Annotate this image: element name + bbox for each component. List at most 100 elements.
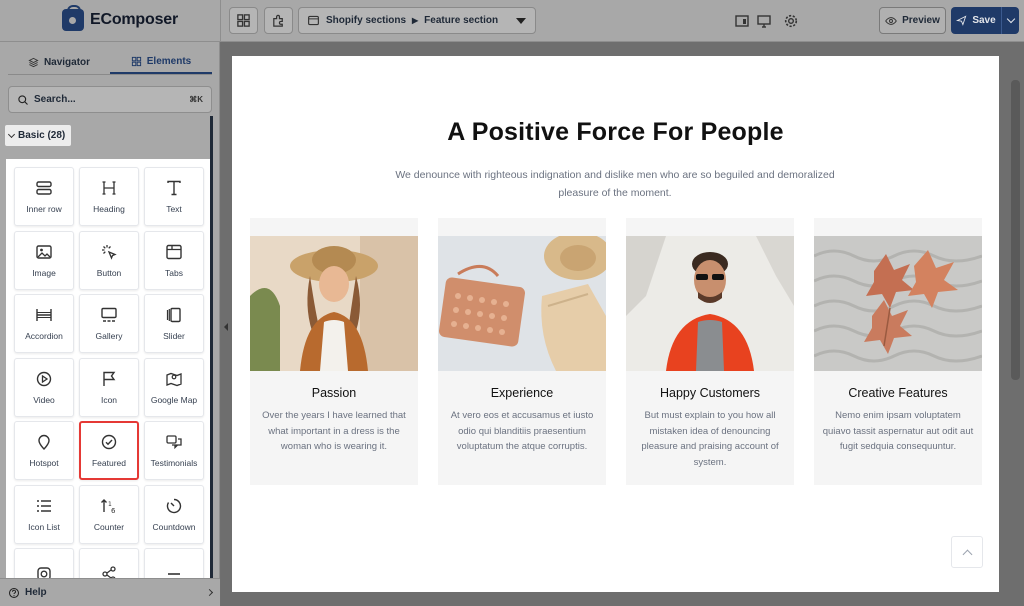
- feature-card[interactable]: Passion Over the years I have learned th…: [250, 218, 418, 485]
- search-shortcut: ⌘K: [189, 95, 203, 104]
- preview-label: Preview: [902, 15, 940, 26]
- element-google-map[interactable]: Google Map: [144, 357, 204, 417]
- section-selector[interactable]: Shopify sections ▶ Feature section: [298, 7, 536, 34]
- tab-elements-label: Elements: [146, 55, 192, 67]
- scroll-to-top-button[interactable]: [951, 536, 983, 568]
- element-countdown[interactable]: Countdown: [144, 484, 204, 544]
- help-button[interactable]: Help: [0, 578, 220, 606]
- preview-button[interactable]: Preview: [879, 7, 946, 34]
- shopping-bag-icon: [62, 5, 84, 31]
- woman-in-hat-photo: [250, 236, 418, 371]
- elements-panel: Inner row Heading Text Image Button Tabs: [6, 159, 210, 606]
- element-label: Image: [32, 267, 56, 278]
- save-label: Save: [972, 15, 996, 26]
- feature-card[interactable]: Happy Customers But must explain to you …: [626, 218, 794, 485]
- tab-navigator-label: Navigator: [43, 56, 91, 68]
- section-path-2: Feature section: [424, 15, 499, 26]
- element-featured[interactable]: Featured: [79, 421, 139, 480]
- chevron-down-icon: [7, 130, 16, 138]
- save-button-group: Save: [951, 7, 1019, 34]
- save-button[interactable]: Save: [951, 7, 1002, 34]
- save-options-button[interactable]: [1002, 14, 1019, 24]
- element-testimonials[interactable]: Testimonials: [144, 421, 204, 480]
- search-icon: [18, 94, 28, 105]
- element-video[interactable]: Video: [14, 357, 74, 417]
- elements-grid: Inner row Heading Text Image Button Tabs: [14, 167, 204, 606]
- tab-elements[interactable]: Elements: [110, 50, 212, 74]
- element-image[interactable]: Image: [14, 230, 74, 290]
- element-counter[interactable]: 16 Counter: [79, 484, 139, 544]
- card-description: At vero eos et accusamus et iusto odio q…: [450, 410, 594, 452]
- element-tabs[interactable]: Tabs: [144, 230, 204, 290]
- collapse-sidebar-button[interactable]: [222, 315, 230, 339]
- check-circle-icon: [101, 434, 117, 450]
- map-icon: [166, 372, 182, 386]
- accordion-icon: [36, 309, 52, 321]
- eye-icon: [885, 16, 897, 25]
- video-icon: [36, 371, 52, 386]
- element-gallery[interactable]: Gallery: [79, 294, 139, 353]
- group-label: Basic (28): [18, 130, 66, 141]
- sidebar-toggle-icon[interactable]: [734, 13, 750, 29]
- hotspot-icon: [38, 434, 50, 450]
- element-button[interactable]: Button: [79, 230, 139, 290]
- tab-navigator[interactable]: Navigator: [8, 50, 110, 74]
- toolbar-divider: [220, 0, 221, 42]
- element-label: Icon: [100, 394, 118, 405]
- sidebar: Navigator Elements Search... ⌘K Basic (2…: [0, 42, 220, 606]
- element-label: Inner row: [26, 204, 62, 214]
- element-heading[interactable]: Heading: [79, 167, 139, 226]
- sidebar-scrollbar[interactable]: [210, 116, 213, 606]
- search-input[interactable]: Search... ⌘K: [8, 86, 212, 113]
- countdown-icon: [166, 498, 182, 513]
- section-icon: [308, 15, 319, 26]
- grid-icon: [131, 56, 141, 66]
- element-accordion[interactable]: Accordion: [14, 294, 74, 353]
- element-icon-list[interactable]: Icon List: [14, 484, 74, 544]
- help-icon: [8, 587, 20, 598]
- send-icon: [956, 15, 967, 26]
- section-path-1: Shopify sections: [326, 15, 407, 26]
- element-label: Hotspot: [29, 458, 59, 468]
- card-description: But must explain to you how all mistaken…: [641, 410, 779, 468]
- desktop-icon[interactable]: [756, 13, 772, 29]
- feature-card[interactable]: Creative Features Nemo enim ipsam volupt…: [814, 218, 982, 485]
- element-label: Counter: [93, 521, 125, 532]
- feature-card[interactable]: Experience At vero eos et accusamus et i…: [438, 218, 606, 485]
- page-title[interactable]: A Positive Force For People: [232, 118, 999, 147]
- button-icon: [102, 244, 117, 260]
- element-label: Google Map: [150, 394, 198, 405]
- element-text[interactable]: Text: [144, 167, 204, 226]
- element-label: Featured: [91, 458, 127, 468]
- purse-and-hat-photo: [438, 236, 606, 371]
- layout-button[interactable]: [229, 7, 258, 34]
- element-icon[interactable]: Icon: [79, 357, 139, 417]
- icon-list-icon: [37, 499, 51, 512]
- group-toggle-basic[interactable]: Basic (28): [5, 125, 72, 146]
- grid-icon: [237, 14, 250, 27]
- chevron-down-icon: [516, 18, 526, 24]
- app-logo: EComposer: [62, 5, 178, 31]
- apps-button[interactable]: [264, 7, 293, 34]
- element-inner-row[interactable]: Inner row: [14, 167, 74, 226]
- leaves-on-sweater-photo: [814, 236, 982, 371]
- element-hotspot[interactable]: Hotspot: [14, 421, 74, 480]
- app-name: EComposer: [90, 11, 178, 28]
- element-label: Slider: [163, 331, 185, 341]
- element-label: Countdown: [152, 521, 196, 532]
- gear-icon[interactable]: [783, 13, 799, 29]
- element-slider[interactable]: Slider: [144, 294, 204, 353]
- element-label: Icon List: [28, 521, 60, 532]
- card-description: Nemo enim ipsam voluptatem quiavo tassit…: [822, 410, 974, 452]
- card-image: [438, 236, 606, 371]
- element-label: Text: [166, 204, 182, 214]
- chevron-up-icon: [962, 549, 972, 559]
- element-label: Heading: [93, 204, 125, 214]
- page-subtitle[interactable]: We denounce with righteous indignation a…: [385, 166, 845, 202]
- card-title: Happy Customers: [659, 386, 761, 400]
- puzzle-icon: [273, 14, 283, 27]
- canvas-scrollbar[interactable]: [1011, 80, 1020, 380]
- card-image: [814, 236, 982, 371]
- sidebar-tabs: Navigator Elements: [8, 50, 212, 75]
- chevron-left-icon: [224, 323, 228, 331]
